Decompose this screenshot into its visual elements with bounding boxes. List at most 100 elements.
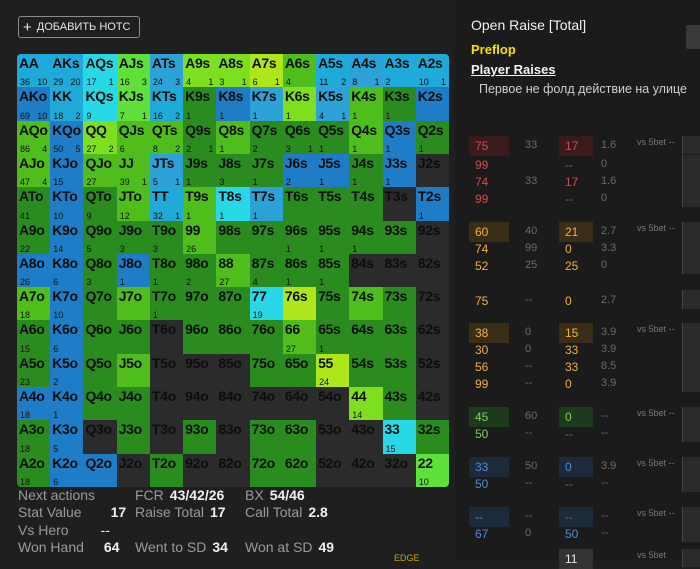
row-flag-icon[interactable] <box>682 424 700 442</box>
range-cell[interactable]: AQs 17 1 <box>83 54 117 88</box>
range-cell[interactable]: K6s 1 <box>282 87 317 121</box>
player-raises-link[interactable]: Player Raises <box>471 62 556 77</box>
range-cell[interactable]: 92o <box>183 453 217 487</box>
range-cell[interactable]: AQo 86 4 <box>17 120 51 154</box>
range-cell[interactable]: 85s 1 <box>316 253 350 288</box>
range-cell[interactable]: J6s 2 <box>282 153 317 188</box>
range-cell[interactable]: T4o <box>149 387 184 421</box>
range-cell[interactable]: 74o <box>249 387 283 421</box>
range-cell[interactable]: A2s 10 1 <box>415 54 449 88</box>
range-cell[interactable]: J8s 3 <box>216 153 250 188</box>
range-cell[interactable]: J2o <box>116 453 150 487</box>
range-cell[interactable]: J8o 1 <box>116 253 150 288</box>
range-cell[interactable]: J5s 1 <box>316 153 350 188</box>
range-cell[interactable]: 76o <box>249 320 283 354</box>
range-cell[interactable]: 62o <box>282 453 317 487</box>
range-cell[interactable]: 43s <box>382 387 416 421</box>
range-cell[interactable]: K5o 2 <box>50 353 84 388</box>
range-cell[interactable]: AJs 16 3 <box>116 54 150 88</box>
range-cell[interactable]: A6s 4 <box>282 54 317 88</box>
row-flag-icon[interactable] <box>682 291 700 309</box>
row-flag-icon[interactable] <box>682 340 700 358</box>
range-cell[interactable]: J3o <box>116 420 150 454</box>
range-cell[interactable]: 96s 1 <box>282 220 317 254</box>
range-cell[interactable]: J2s <box>415 153 449 188</box>
range-cell[interactable]: K3s 1 <box>382 87 416 121</box>
range-cell[interactable]: K8o 6 <box>50 253 84 288</box>
range-cell[interactable]: Q8o 3 <box>83 253 117 288</box>
range-cell[interactable]: A8o 26 <box>17 253 51 288</box>
row-flag-icon[interactable] <box>682 136 700 154</box>
range-cell[interactable]: A9s 4 1 <box>183 54 217 88</box>
range-cell[interactable]: A6o 15 <box>17 320 51 354</box>
range-cell[interactable]: 93s <box>382 220 416 254</box>
range-cell[interactable]: K7o 10 <box>50 287 84 321</box>
row-flag-icon[interactable] <box>682 222 700 240</box>
range-cell[interactable]: AKs 29 20 <box>50 54 84 88</box>
range-cell[interactable]: 72s <box>415 287 449 321</box>
range-cell[interactable]: JTo 12 <box>116 187 150 221</box>
range-cell[interactable]: 54s <box>349 353 383 388</box>
add-note-button[interactable]: + ДОБАВИТЬ НОТС <box>18 16 140 38</box>
range-cell[interactable]: AA 36 10 <box>17 54 51 88</box>
range-cell[interactable]: 88 27 <box>216 253 250 288</box>
row-flag-icon[interactable] <box>682 549 700 567</box>
range-cell[interactable]: T3s <box>382 187 416 221</box>
range-cell[interactable]: 43o <box>349 420 383 454</box>
range-cell[interactable]: J7o <box>116 287 150 321</box>
range-cell[interactable]: AJo 47 4 <box>17 153 51 188</box>
range-cell[interactable]: 92s <box>415 220 449 254</box>
range-cell[interactable]: Q7s 2 <box>249 120 283 154</box>
range-cell[interactable]: KJo 15 <box>50 153 84 188</box>
range-cell[interactable]: QJs 6 <box>116 120 150 154</box>
row-flag-icon[interactable] <box>682 507 700 525</box>
range-cell[interactable]: 76s <box>282 287 317 321</box>
range-cell[interactable]: QQ 27 2 <box>83 120 117 154</box>
range-cell[interactable]: 87s 4 <box>249 253 283 288</box>
range-cell[interactable]: J9o 3 <box>116 220 150 254</box>
range-cell[interactable]: 97o <box>183 287 217 321</box>
range-cell[interactable]: K7s 1 <box>249 87 283 121</box>
range-cell[interactable]: 52s <box>415 353 449 388</box>
range-cell[interactable]: A2o 18 <box>17 453 51 487</box>
range-cell[interactable]: 93o <box>183 420 217 454</box>
range-cell[interactable]: 32o <box>382 453 416 487</box>
range-cell[interactable]: 86o <box>216 320 250 354</box>
range-cell[interactable]: KTo 10 <box>50 187 84 221</box>
range-cell[interactable]: Q2o <box>83 453 117 487</box>
range-cell[interactable]: QTs 8 2 <box>149 120 184 154</box>
range-cell[interactable]: 62s <box>415 320 449 354</box>
range-cell[interactable]: 82o <box>216 453 250 487</box>
range-cell[interactable]: 94s 1 <box>349 220 383 254</box>
range-cell[interactable]: 53s <box>382 353 416 388</box>
range-cell[interactable]: T9s 1 <box>183 187 217 221</box>
range-cell[interactable]: T8o 1 <box>149 253 184 288</box>
range-cell[interactable]: K9o 14 <box>50 220 84 254</box>
range-cell[interactable]: 54o <box>316 387 350 421</box>
row-flag-icon[interactable] <box>682 524 700 542</box>
range-cell[interactable]: Q9o 5 <box>83 220 117 254</box>
range-cell[interactable]: KJs 7 1 <box>116 87 150 121</box>
range-cell[interactable]: K6o 6 <box>50 320 84 354</box>
range-cell[interactable]: T6o <box>149 320 184 354</box>
range-cell[interactable]: Q3o <box>83 420 117 454</box>
range-cell[interactable]: JTs 5 1 <box>149 153 184 188</box>
range-cell[interactable]: 65s 1 <box>316 320 350 354</box>
range-cell[interactable]: Q4s 1 <box>349 120 383 154</box>
range-cell[interactable]: 97s <box>249 220 283 254</box>
range-cell[interactable]: 52o <box>316 453 350 487</box>
range-cell[interactable]: 86s 1 <box>282 253 317 288</box>
range-cell[interactable]: J3s 1 <box>382 153 416 188</box>
pin-icon[interactable] <box>686 25 700 49</box>
range-cell[interactable]: 33 15 <box>382 420 416 454</box>
row-flag-icon[interactable] <box>682 256 700 274</box>
next-actions-label[interactable]: Next actions <box>18 487 95 503</box>
range-cell[interactable]: J9s 1 <box>183 153 217 188</box>
row-flag-icon[interactable] <box>682 374 700 392</box>
range-cell[interactable]: A7o 18 <box>17 287 51 321</box>
range-cell[interactable]: A3o 18 <box>17 420 51 454</box>
range-cell[interactable]: 96o <box>183 320 217 354</box>
range-cell[interactable]: KQs 9 <box>83 87 117 121</box>
range-cell[interactable]: 95s 1 <box>316 220 350 254</box>
range-cell[interactable]: T5s <box>316 187 350 221</box>
